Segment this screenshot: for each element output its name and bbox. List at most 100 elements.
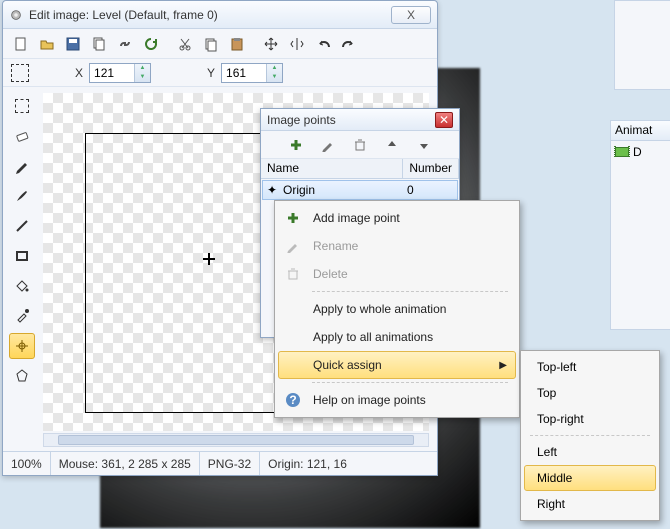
separator	[530, 435, 650, 436]
brush-tool[interactable]	[9, 183, 35, 209]
ctx-label: Add image point	[313, 211, 400, 225]
select-tool[interactable]	[9, 93, 35, 119]
pencil-tool[interactable]	[9, 153, 35, 179]
ctx-delete: Delete	[278, 260, 516, 288]
ctx-label: Delete	[313, 267, 348, 281]
move-button[interactable]	[259, 32, 283, 56]
reload-button[interactable]	[139, 32, 163, 56]
help-icon: ?	[283, 392, 303, 408]
svg-text:?: ?	[289, 393, 296, 407]
status-zoom: 100%	[3, 452, 51, 475]
x-spinner-arrows[interactable]: ▲▼	[134, 64, 150, 82]
animations-panel-title: Animat	[611, 121, 670, 141]
origin-point-icon: ✦	[263, 183, 281, 197]
ctx-add-image-point[interactable]: Add image point	[278, 204, 516, 232]
coordinate-bar: X ▲▼ Y ▲▼	[3, 59, 437, 87]
animation-item[interactable]: D	[611, 141, 670, 163]
edit-point-button[interactable]	[316, 133, 340, 157]
marquee-icon[interactable]	[11, 64, 29, 82]
flip-button[interactable]	[285, 32, 309, 56]
right-panel-top	[614, 0, 670, 90]
gear-icon	[9, 8, 23, 22]
qa-middle[interactable]: Middle	[524, 465, 656, 491]
new-button[interactable]	[9, 32, 33, 56]
qa-right[interactable]: Right	[524, 491, 656, 517]
image-points-title: Image points	[267, 113, 435, 127]
scrollbar-thumb[interactable]	[58, 435, 414, 445]
ctx-apply-all-animations[interactable]: Apply to all animations	[278, 323, 516, 351]
trash-icon	[283, 267, 303, 281]
point-name: Origin	[281, 183, 407, 197]
ctx-label: Quick assign	[313, 358, 382, 372]
eraser-tool[interactable]	[9, 123, 35, 149]
tool-palette	[9, 93, 37, 389]
context-menu: Add image point Rename Delete Apply to w…	[274, 200, 520, 418]
point-number: 0	[407, 183, 457, 197]
cut-button[interactable]	[173, 32, 197, 56]
status-mouse: Mouse: 361, 2 285 x 285	[51, 452, 200, 475]
qa-top[interactable]: Top	[524, 380, 656, 406]
polygon-tool[interactable]	[9, 363, 35, 389]
move-up-button[interactable]	[380, 133, 404, 157]
copy-clip-button[interactable]	[199, 32, 223, 56]
add-point-button[interactable]	[284, 133, 308, 157]
qa-left[interactable]: Left	[524, 439, 656, 465]
col-number[interactable]: Number	[403, 159, 459, 178]
ctx-label: Apply to whole animation	[313, 302, 446, 316]
origin-marker[interactable]	[203, 253, 215, 265]
origin-tool[interactable]	[9, 333, 35, 359]
save-button[interactable]	[61, 32, 85, 56]
y-spinner-arrows[interactable]: ▲▼	[266, 64, 282, 82]
paste-button[interactable]	[225, 32, 249, 56]
quick-assign-submenu: Top-left Top Top-right Left Middle Right	[520, 350, 660, 521]
image-points-toolbar	[261, 131, 459, 159]
line-tool[interactable]	[9, 213, 35, 239]
link-button[interactable]	[113, 32, 137, 56]
y-spinner[interactable]: ▲▼	[221, 63, 283, 83]
delete-point-button[interactable]	[348, 133, 372, 157]
close-icon: ✕	[439, 113, 449, 127]
window-close-button[interactable]: X	[391, 6, 431, 24]
horizontal-scrollbar[interactable]	[43, 433, 429, 447]
chevron-right-icon: ▶	[499, 360, 507, 371]
status-format: PNG-32	[200, 452, 260, 475]
fill-tool[interactable]	[9, 273, 35, 299]
redo-button[interactable]	[337, 32, 361, 56]
separator	[312, 382, 508, 383]
rect-tool[interactable]	[9, 243, 35, 269]
x-spinner[interactable]: ▲▼	[89, 63, 151, 83]
image-points-columns: Name Number	[261, 159, 459, 179]
main-toolbar	[3, 29, 437, 59]
animations-panel: Animat D	[610, 120, 670, 330]
eyedropper-tool[interactable]	[9, 303, 35, 329]
window-title: Edit image: Level (Default, frame 0)	[29, 8, 391, 22]
pencil-icon	[283, 239, 303, 253]
qa-top-right[interactable]: Top-right	[524, 406, 656, 432]
y-input[interactable]	[222, 64, 266, 82]
col-name[interactable]: Name	[261, 159, 403, 178]
separator	[312, 291, 508, 292]
film-icon	[615, 147, 629, 157]
copy-button[interactable]	[87, 32, 111, 56]
x-label: X	[75, 66, 83, 80]
image-point-row[interactable]: ✦ Origin 0	[262, 180, 458, 200]
titlebar[interactable]: Edit image: Level (Default, frame 0) X	[3, 1, 437, 29]
ctx-label: Apply to all animations	[313, 330, 433, 344]
close-icon: X	[407, 8, 415, 22]
ctx-help[interactable]: ? Help on image points	[278, 386, 516, 414]
qa-top-left[interactable]: Top-left	[524, 354, 656, 380]
ctx-label: Rename	[313, 239, 358, 253]
undo-button[interactable]	[311, 32, 335, 56]
ctx-apply-whole-animation[interactable]: Apply to whole animation	[278, 295, 516, 323]
plus-icon	[283, 211, 303, 225]
x-input[interactable]	[90, 64, 134, 82]
y-label: Y	[207, 66, 215, 80]
move-down-button[interactable]	[412, 133, 436, 157]
image-points-header[interactable]: Image points ✕	[261, 109, 459, 131]
animation-item-label: D	[633, 145, 642, 159]
ctx-quick-assign[interactable]: Quick assign ▶	[278, 351, 516, 379]
status-bar: 100% Mouse: 361, 2 285 x 285 PNG-32 Orig…	[3, 451, 437, 475]
image-points-close-button[interactable]: ✕	[435, 112, 453, 128]
open-button[interactable]	[35, 32, 59, 56]
ctx-label: Help on image points	[313, 393, 426, 407]
